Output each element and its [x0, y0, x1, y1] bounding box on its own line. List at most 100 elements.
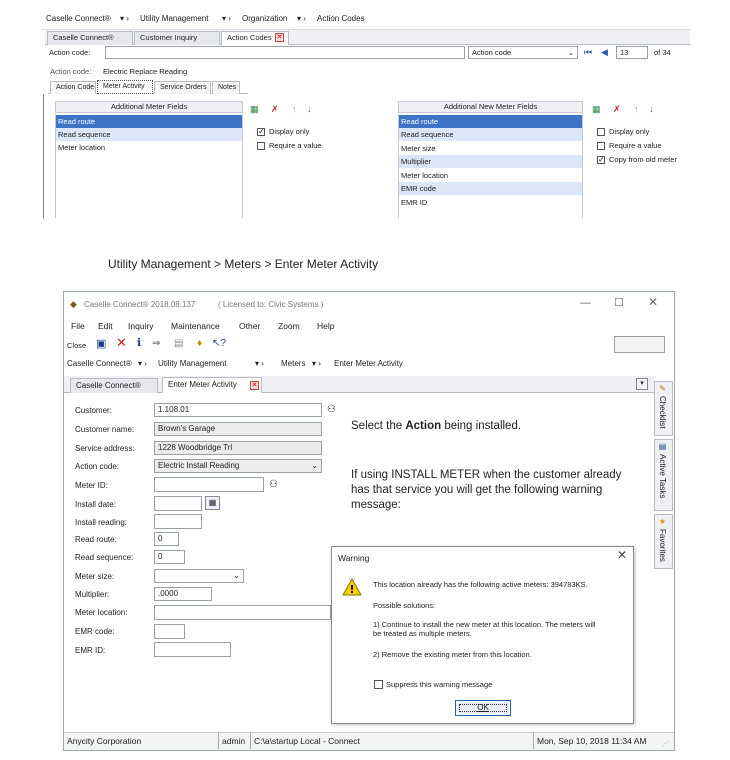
- cancel-icon[interactable]: ✕: [116, 336, 127, 349]
- list-item[interactable]: Read route: [399, 115, 582, 128]
- list-item[interactable]: Multiplier: [399, 155, 582, 168]
- meter-size-select[interactable]: ⌄: [154, 569, 244, 583]
- display-only-checkbox[interactable]: ✓: [257, 128, 265, 136]
- close-tab-icon[interactable]: ✕: [250, 381, 259, 390]
- action-code-input[interactable]: [105, 46, 465, 59]
- list-item[interactable]: Meter location: [56, 141, 242, 154]
- help-cursor-icon[interactable]: ↖?: [212, 339, 226, 349]
- previous-record-icon[interactable]: ◀: [601, 47, 608, 57]
- delete-field-icon[interactable]: ✗: [613, 104, 621, 114]
- save-icon[interactable]: ▣: [96, 339, 106, 350]
- action-code-select[interactable]: Action code ⌄: [468, 46, 578, 59]
- menu-other[interactable]: Other: [239, 321, 260, 331]
- subtab-meter-activity[interactable]: Meter Activity: [97, 80, 153, 94]
- menu-zoom[interactable]: Zoom: [278, 321, 300, 331]
- maximize-icon[interactable]: ☐: [614, 298, 624, 309]
- install-reading-input[interactable]: [154, 514, 202, 529]
- menu-maintenance[interactable]: Maintenance: [171, 321, 220, 331]
- list-item[interactable]: Read sequence: [399, 128, 582, 141]
- menu-file[interactable]: File: [71, 321, 85, 331]
- subtab-notes[interactable]: Notes: [212, 81, 240, 94]
- breadcrumb-item[interactable]: Caselle Connect®: [46, 14, 111, 23]
- delete-field-icon[interactable]: ✗: [271, 104, 279, 114]
- record-index-input[interactable]: 13: [616, 46, 648, 59]
- ok-button[interactable]: OK: [455, 700, 511, 716]
- move-up-icon[interactable]: ↑: [634, 104, 639, 114]
- instruction-text: Select the: [351, 420, 406, 432]
- multiplier-input[interactable]: .0000: [154, 587, 212, 601]
- side-tab-active-tasks[interactable]: ▤ Active Tasks: [654, 439, 673, 511]
- list-item[interactable]: EMR ID: [399, 196, 582, 209]
- require-value-checkbox[interactable]: [257, 142, 265, 150]
- meter-id-label: Meter ID:: [75, 481, 108, 490]
- warning-dialog: Warning ✕ ! This location already has th…: [331, 546, 634, 724]
- copy-from-old-meter-checkbox[interactable]: ✓: [597, 156, 605, 164]
- list-item[interactable]: Read route: [56, 115, 242, 128]
- close-window-icon[interactable]: ✕: [648, 296, 658, 308]
- menu-inquiry[interactable]: Inquiry: [128, 321, 154, 331]
- list-item[interactable]: Read sequence: [56, 128, 242, 141]
- tab-caselle-connect[interactable]: Caselle Connect®: [70, 378, 158, 393]
- breadcrumb-item[interactable]: Meters: [281, 359, 305, 368]
- calendar-icon[interactable]: ▦: [205, 496, 220, 510]
- display-only-checkbox[interactable]: [597, 128, 605, 136]
- breadcrumb-separator: ▾ ›: [312, 359, 321, 368]
- breadcrumb-item: Action Codes: [317, 14, 365, 23]
- emr-id-input[interactable]: [154, 642, 231, 657]
- emr-code-input[interactable]: [154, 624, 185, 639]
- tab-enter-meter-activity[interactable]: Enter Meter Activity: [162, 377, 262, 393]
- close-tab-icon[interactable]: ✕: [275, 33, 284, 42]
- move-up-icon[interactable]: ↑: [292, 104, 297, 114]
- side-tab-checklist[interactable]: ✎ Checklist: [654, 381, 673, 436]
- list-item[interactable]: Meter size: [399, 142, 582, 155]
- binoculars-icon[interactable]: ⚇: [269, 480, 278, 490]
- read-sequence-input[interactable]: 0: [154, 550, 185, 564]
- list-item[interactable]: EMR code: [399, 182, 582, 195]
- require-value-checkbox[interactable]: [597, 142, 605, 150]
- tasks-icon: ▤: [658, 442, 667, 451]
- list-item[interactable]: Meter location: [399, 169, 582, 182]
- print-icon[interactable]: ▤: [174, 339, 183, 349]
- sub-tab-strip: Action Code Meter Activity Service Order…: [48, 80, 248, 94]
- info-icon[interactable]: ℹ: [137, 338, 141, 349]
- add-field-icon[interactable]: ▦: [592, 104, 601, 114]
- breadcrumb-item[interactable]: Utility Management: [140, 14, 208, 23]
- close-button[interactable]: Close: [67, 341, 86, 350]
- instruction-bold: Action: [405, 420, 442, 432]
- breadcrumb-item[interactable]: Caselle Connect®: [67, 359, 132, 368]
- meter-location-input[interactable]: [154, 605, 331, 620]
- breadcrumb-item[interactable]: Organization: [242, 14, 287, 23]
- side-tab-favorites[interactable]: ★ Favorites: [654, 514, 673, 569]
- breadcrumb-item[interactable]: Utility Management: [158, 359, 226, 368]
- customer-input[interactable]: 1.108.01: [154, 403, 322, 417]
- minimize-icon[interactable]: —: [580, 298, 591, 309]
- tab-caselle-connect[interactable]: Caselle Connect®: [47, 31, 133, 45]
- toolbar-status-box: [614, 336, 665, 353]
- subtab-action-code[interactable]: Action Code: [50, 81, 96, 94]
- resize-grip-icon[interactable]: ⋰: [662, 740, 669, 750]
- chevron-down-icon: ⌄: [233, 571, 240, 580]
- move-down-icon[interactable]: ↓: [649, 104, 654, 114]
- customer-name-label: Customer name:: [75, 425, 135, 434]
- export-icon[interactable]: ⇒: [152, 339, 160, 349]
- action-code-select[interactable]: Electric Install Reading ⌄: [154, 459, 322, 473]
- install-date-input[interactable]: [154, 496, 202, 511]
- breadcrumb-separator: ▾ ›: [222, 14, 231, 23]
- tab-customer-inquiry[interactable]: Customer Inquiry: [134, 31, 220, 45]
- move-down-icon[interactable]: ↓: [307, 104, 312, 114]
- add-field-icon[interactable]: ▦: [250, 104, 259, 114]
- read-route-input[interactable]: 0: [154, 532, 179, 546]
- binoculars-icon[interactable]: ⚇: [327, 405, 336, 415]
- side-tab-label: Favorites: [658, 529, 667, 562]
- menu-help[interactable]: Help: [317, 321, 334, 331]
- tab-list-dropdown[interactable]: ▾: [636, 378, 648, 390]
- meter-id-input[interactable]: [154, 477, 264, 492]
- subtab-service-orders[interactable]: Service Orders: [154, 81, 211, 94]
- lookup-icon[interactable]: ♦: [197, 339, 202, 349]
- suppress-warning-checkbox[interactable]: [374, 680, 383, 689]
- first-record-icon[interactable]: ⏮: [584, 47, 592, 57]
- menu-edit[interactable]: Edit: [98, 321, 113, 331]
- ok-button-label: OK: [477, 703, 489, 712]
- dialog-close-icon[interactable]: ✕: [617, 549, 627, 561]
- dialog-title: Warning: [338, 553, 370, 563]
